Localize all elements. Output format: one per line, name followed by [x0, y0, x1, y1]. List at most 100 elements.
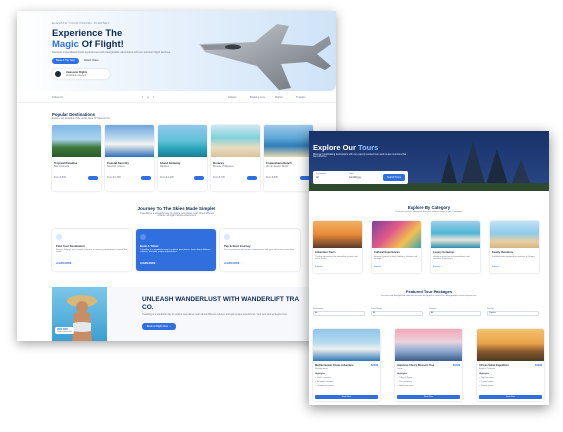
book-button[interactable]: [247, 176, 257, 180]
package-card[interactable]: Japanese Cherry Blossom Tour $3199 Japan…: [395, 329, 462, 401]
package-price: $2499: [371, 364, 378, 367]
step-desc: Secure payment with instant confirmation…: [224, 249, 296, 251]
destination-price: From $ 1,099: [107, 177, 121, 179]
facebook-icon[interactable]: f: [142, 96, 143, 99]
book-button[interactable]: [141, 176, 151, 180]
flight-landing-mockup: ELEVATE YOUR TRAVEL JOURNEY Experience T…: [17, 11, 336, 341]
destination-name: Island Getaway: [160, 161, 181, 165]
book-now-button[interactable]: Book Now: [397, 395, 460, 399]
step-card-book[interactable]: Book A Ticket Travelling is a wonderful …: [136, 229, 216, 271]
category-card[interactable]: Luxury Getaways Indulge in premium accom…: [431, 221, 480, 273]
category-subtitle: Find your perfect adventure from our div…: [395, 211, 463, 213]
instagram-icon[interactable]: ◎: [147, 96, 149, 99]
book-now-button[interactable]: Book Now: [479, 395, 542, 399]
hero-title-highlight: Magic: [52, 39, 79, 50]
step-title: Pay & Start Journey: [224, 244, 251, 248]
category-card[interactable]: Cultural Experiences Immerse yourself in…: [372, 221, 421, 273]
package-heading: Highlights: [397, 373, 408, 375]
filter-label: Sort By: [487, 308, 494, 310]
filter-select[interactable]: All: [371, 311, 423, 316]
destination-image: [264, 125, 313, 157]
watch-video-link[interactable]: Watch Video: [84, 59, 99, 62]
book-now-button[interactable]: Book Now: [315, 395, 378, 399]
filter-label: Duration: [429, 308, 437, 310]
hero-title-line1: Experience The: [52, 28, 123, 39]
destination-card[interactable]: Boracay Boracay, Philippines From $ 799: [211, 125, 260, 191]
package-card[interactable]: African Safari Expedition $4299 Kenya & …: [477, 329, 544, 401]
category-desc: Thrilling experiences for adrenaline see…: [315, 256, 358, 260]
package-name: African Safari Expedition: [479, 364, 509, 367]
discount-badge: 20% OFF Limited time offer: [55, 327, 75, 334]
category-image: [372, 221, 421, 248]
avatar: [55, 71, 61, 77]
destination-card[interactable]: Island Getaway Maldives From $ 1,299: [158, 125, 207, 191]
package-location: Mediterranean: [315, 368, 328, 370]
package-location: Kenya & Tanzania: [479, 368, 496, 370]
follow-label: Follow Us: [52, 96, 64, 99]
learn-more-link[interactable]: LEARN MORE →: [56, 263, 74, 265]
category-image: [313, 221, 362, 248]
feature-transfer: Transfer: [296, 96, 306, 99]
wallet-icon: [224, 234, 230, 240]
book-button[interactable]: [194, 176, 204, 180]
search-tours-button[interactable]: Search Tours: [383, 174, 405, 181]
journey-subtitle: Travelling is a wonderful way to explore…: [140, 213, 214, 217]
package-item: ✓ All meals included: [315, 381, 334, 383]
learn-more-link[interactable]: LEARN MORE →: [140, 263, 158, 265]
step-title: Find Your Destination: [56, 244, 85, 248]
category-name: Cultural Experiences: [374, 251, 400, 254]
destination-card[interactable]: Coastal Serenity Santorini, Greece From …: [105, 125, 154, 191]
filter-select[interactable]: All: [313, 311, 365, 316]
destination-location: Rio de Janeiro, Brazil: [266, 166, 288, 168]
date-label: Date: [349, 173, 354, 175]
destination-price: From $ 999: [266, 177, 278, 179]
category-desc: Indulge in premium accommodations and ex…: [433, 256, 470, 260]
destination-card[interactable]: Copacabana Beach Rio de Janeiro, Brazil …: [264, 125, 313, 191]
package-image: [477, 329, 544, 361]
explore-link[interactable]: Explore →: [374, 266, 384, 268]
tours-mockup: Explore Our Tours Discover breathtaking …: [309, 131, 549, 405]
package-item: ✓ Tea ceremony: [397, 381, 412, 383]
category-title: Explore By Category: [407, 205, 451, 210]
destination-name: Tropical Paradise: [54, 161, 78, 165]
destination-price: From $ 799: [213, 177, 225, 179]
explore-link[interactable]: Explore →: [315, 266, 325, 268]
destinations-subtitle: Explore our beautiful of the world, Best…: [52, 117, 111, 120]
destination-image: [52, 125, 101, 157]
twitter-icon[interactable]: t: [153, 96, 154, 99]
filter-sort[interactable]: Sort By Popular: [487, 308, 539, 316]
book-flight-button[interactable]: Book A Flight Now →: [142, 323, 176, 330]
filter-select[interactable]: Popular: [487, 311, 539, 316]
book-trip-button[interactable]: Book A Trip Now: [52, 58, 79, 64]
search-icon: [56, 234, 62, 240]
category-card[interactable]: Family Vacations Fun-filled tours design…: [490, 221, 539, 273]
destination-price: From $ 899: [54, 177, 66, 179]
explore-link[interactable]: Explore →: [433, 266, 443, 268]
destination-location: Bali, Indonesia: [54, 166, 70, 168]
package-card[interactable]: Mediterranean Cruise Adventure $2499 Med…: [313, 329, 380, 401]
filter-destination[interactable]: Destination All: [313, 308, 365, 316]
book-button[interactable]: [88, 176, 98, 180]
learn-more-link[interactable]: LEARN MORE →: [224, 263, 242, 265]
step-card-pay[interactable]: Pay & Start Journey Secure payment with …: [220, 229, 300, 271]
category-image: [490, 221, 539, 248]
explore-link[interactable]: Explore →: [492, 266, 502, 268]
promo-section: 20% OFF Limited time offer UNLEASH WANDE…: [52, 287, 336, 341]
destination-location: Boracay, Philippines: [213, 166, 234, 168]
ticket-icon: [140, 234, 146, 240]
tours-hero: Explore Our Tours Discover breathtaking …: [309, 131, 549, 191]
category-name: Luxury Getaways: [433, 251, 455, 254]
filter-select[interactable]: All: [429, 311, 481, 316]
destination-name: Coastal Serenity: [107, 161, 129, 165]
package-item: ✓ Bullet train pass: [397, 385, 414, 387]
filter-duration[interactable]: Duration All: [429, 308, 481, 316]
category-card[interactable]: Adventure Tours Thrilling experiences fo…: [313, 221, 362, 273]
step-card-find[interactable]: Find Your Destination Browse through our…: [52, 229, 132, 271]
destination-card[interactable]: Tropical Paradise Bali, Indonesia From $…: [52, 125, 101, 191]
date-input[interactable]: mm/dd/yyyy: [349, 177, 361, 179]
journey-title: Journey To The Skies Made Simple!: [137, 206, 216, 211]
filter-label: Destination: [313, 308, 324, 310]
category-image: [431, 221, 480, 248]
filter-price[interactable]: Price Range All: [371, 308, 423, 316]
destination-select[interactable]: All: [316, 177, 319, 179]
